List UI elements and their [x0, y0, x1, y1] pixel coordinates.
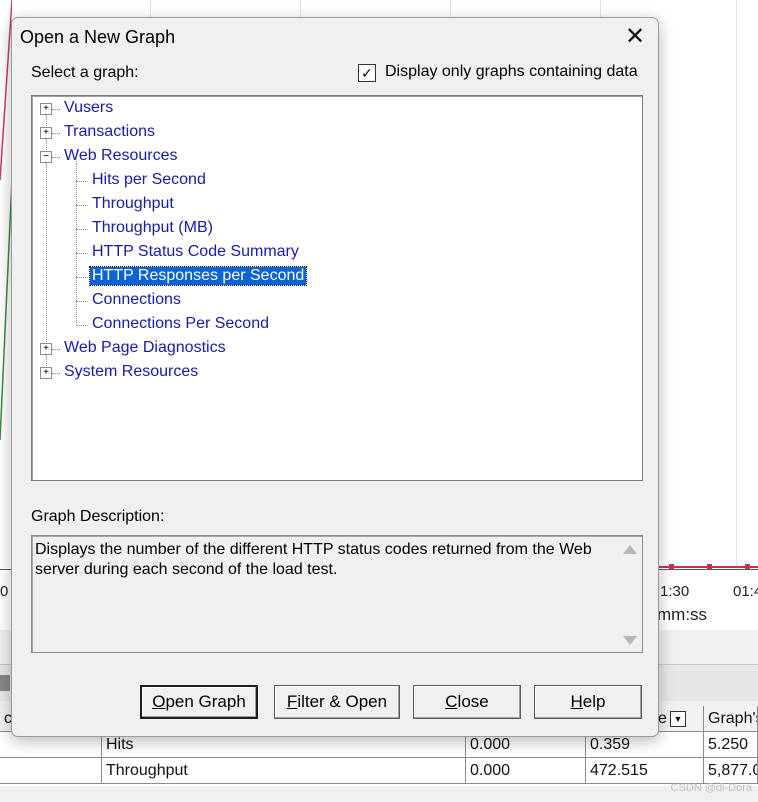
button-mnemonic: F	[286, 692, 298, 711]
tree-connector	[52, 157, 60, 158]
button-mnemonic: H	[570, 692, 583, 711]
table-cell[interactable]: Throughput	[102, 758, 466, 784]
table-cell: 5,877.0	[704, 758, 758, 784]
tree-item-transactions[interactable]: Transactions	[64, 123, 155, 141]
button-mnemonic: O	[152, 692, 166, 711]
series-point	[669, 564, 674, 569]
tree-item-throughput[interactable]: Throughput	[92, 195, 174, 213]
tree-item-connections[interactable]: Connections	[92, 291, 181, 309]
tree-connector	[76, 229, 88, 230]
graph-description-box[interactable]: Displays the number of the different HTT…	[31, 535, 643, 653]
table-cell: 0.000	[466, 758, 586, 784]
graph-description-label: Graph Description:	[31, 508, 165, 525]
tree-item-vusers[interactable]: Vusers	[64, 99, 113, 117]
scroll-down-icon[interactable]	[623, 636, 637, 645]
tree-connector	[76, 163, 77, 323]
x-tick-label: 0	[0, 583, 9, 600]
table-cell	[0, 758, 102, 784]
collapse-icon[interactable]: −	[40, 151, 52, 163]
tree-item-hits-per-second[interactable]: Hits per Second	[92, 171, 206, 189]
series-point	[745, 564, 750, 569]
series-point	[707, 564, 712, 569]
table-cell: 5.250	[704, 732, 758, 758]
expand-icon[interactable]: +	[40, 343, 52, 355]
button-label: ilter & Open	[297, 692, 388, 711]
filter-open-button[interactable]: Filter & Open	[274, 685, 400, 719]
tree-connector	[52, 349, 60, 350]
dialog-title: Open a New Graph	[20, 27, 176, 47]
button-mnemonic: C	[445, 692, 458, 711]
tree-item-http-status-code-summary[interactable]: HTTP Status Code Summary	[92, 243, 299, 261]
tree-connector	[76, 277, 88, 278]
display-only-data-checkbox[interactable]: ✓	[358, 64, 376, 82]
dropdown-arrow-icon[interactable]: ▼	[669, 710, 686, 727]
x-axis-unit: mm:ss	[657, 605, 708, 624]
close-button[interactable]: Close	[413, 685, 521, 719]
open-graph-button[interactable]: Open Graph	[140, 685, 258, 719]
button-label: elp	[582, 692, 606, 711]
help-button[interactable]: Help	[534, 685, 642, 719]
expand-icon[interactable]: +	[40, 367, 52, 379]
dialog-titlebar[interactable]: Open a New Graph ✕	[12, 18, 658, 56]
graph-description-text: Displays the number of the different HTT…	[35, 541, 592, 578]
button-label: pen Graph	[165, 692, 246, 711]
tree-item-connections-per-second[interactable]: Connections Per Second	[92, 315, 269, 333]
tree-connector	[76, 181, 88, 182]
close-icon[interactable]: ✕	[622, 24, 648, 50]
tree-item-web-page-diagnostics[interactable]: Web Page Diagnostics	[64, 339, 226, 357]
x-tick-label: 1:30	[660, 583, 690, 600]
splitter-handle[interactable]	[0, 675, 10, 691]
tree-connector	[76, 253, 88, 254]
expand-icon[interactable]: +	[40, 127, 52, 139]
graph-tree[interactable]: + Vusers + Transactions − Web Resources …	[31, 95, 643, 481]
watermark: CSDN @dl-Dora	[670, 782, 752, 794]
tree-item-system-resources[interactable]: System Resources	[64, 363, 198, 381]
tree-connector	[52, 109, 60, 110]
x-tick-label: 01:4	[733, 583, 758, 600]
grid-line	[736, 0, 737, 570]
tree-item-throughput-mb[interactable]: Throughput (MB)	[92, 219, 213, 237]
scroll-up-icon[interactable]	[623, 545, 637, 554]
display-only-data-label[interactable]: Display only graphs containing data	[385, 63, 638, 81]
table-cell: 472.515	[586, 758, 704, 784]
tree-connector	[52, 133, 60, 134]
tree-item-http-responses-per-second[interactable]: HTTP Responses per Second	[88, 266, 308, 286]
button-label: lose	[457, 692, 489, 711]
tree-connector	[76, 301, 88, 302]
tree-connector	[52, 373, 60, 374]
tree-item-web-resources[interactable]: Web Resources	[64, 147, 178, 165]
open-new-graph-dialog: Open a New Graph ✕ Select a graph: ✓ Dis…	[11, 17, 659, 737]
tree-connector	[76, 205, 88, 206]
table-header-cell[interactable]: Graph's	[704, 706, 758, 732]
expand-icon[interactable]: +	[40, 103, 52, 115]
select-graph-label: Select a graph:	[31, 64, 139, 81]
tree-connector	[76, 325, 88, 326]
